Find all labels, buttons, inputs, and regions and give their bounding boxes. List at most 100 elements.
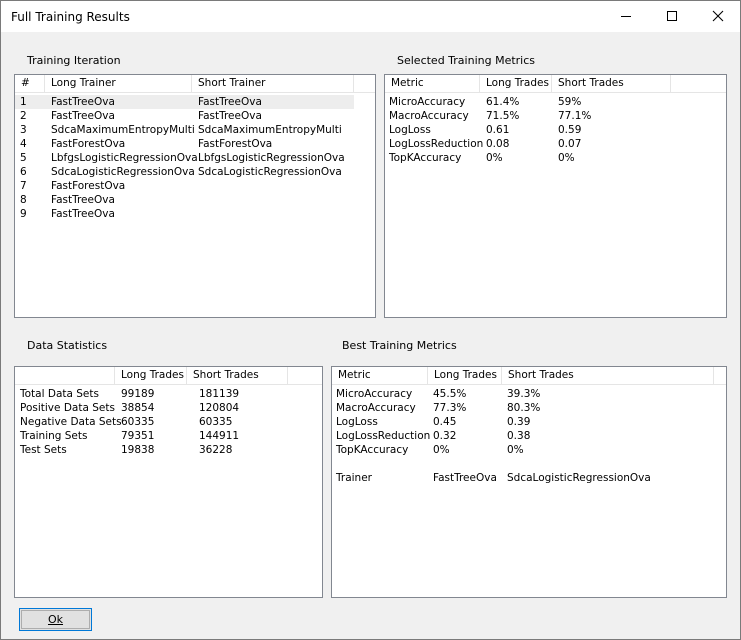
short-value-cell: 59% [558, 96, 582, 108]
table-row[interactable]: Negative Data Sets 60335 60335 [15, 415, 322, 429]
short-value-cell: 60335 [199, 416, 233, 428]
column-header[interactable]: Short Trades [552, 75, 671, 92]
table-row[interactable]: LogLossReduction 0.08 0.07 [385, 137, 726, 151]
stat-label-cell: Training Sets [20, 430, 88, 442]
metric-cell: MicroAccuracy [336, 388, 413, 400]
column-header[interactable]: Metric [385, 75, 480, 92]
column-header[interactable]: Long Trades [480, 75, 552, 92]
list-header: # Long Trainer Short Trainer [15, 75, 375, 93]
data-statistics-list[interactable]: Long Trades Short Trades Total Data Sets… [14, 366, 323, 598]
title-bar: Full Training Results [1, 1, 740, 32]
maximize-button[interactable] [649, 1, 695, 32]
metric-cell: LogLossReduction [336, 430, 431, 442]
ok-button-label: Ok [47, 613, 64, 626]
metric-cell: MicroAccuracy [389, 96, 466, 108]
short-value-cell: 0.38 [507, 430, 531, 442]
long-value-cell: 19838 [121, 444, 155, 456]
row-number: 1 [20, 96, 27, 108]
stat-label-cell: Test Sets [20, 444, 67, 456]
long-value-cell: 71.5% [486, 110, 520, 122]
long-trainer-cell: FastForestOva [51, 180, 126, 192]
long-value-cell: 0.45 [433, 416, 457, 428]
short-value-cell: 0.07 [558, 138, 582, 150]
close-button[interactable] [695, 1, 741, 32]
column-header[interactable]: Metric [332, 367, 428, 384]
long-trainer-cell: FastTreeOva [51, 208, 115, 220]
ok-button[interactable]: Ok [19, 608, 92, 631]
table-row[interactable] [332, 457, 726, 471]
row-number: 8 [20, 194, 27, 206]
long-trainer-cell: SdcaMaximumEntropyMulti [51, 124, 195, 136]
short-value-cell: 0% [507, 444, 524, 456]
row-number: 5 [20, 152, 27, 164]
table-row[interactable]: LogLoss 0.61 0.59 [385, 123, 726, 137]
selected-metrics-label: Selected Training Metrics [397, 54, 536, 67]
short-value-cell: 120804 [199, 402, 240, 414]
metric-cell: MacroAccuracy [389, 110, 469, 122]
best-metrics-list[interactable]: Metric Long Trades Short Trades MicroAcc… [331, 366, 727, 598]
table-row[interactable]: 8 FastTreeOva [15, 193, 375, 207]
short-trainer-cell: FastTreeOva [198, 110, 262, 122]
table-row[interactable]: 7 FastForestOva [15, 179, 375, 193]
metric-cell: Trainer [336, 472, 372, 484]
row-number: 3 [20, 124, 27, 136]
selected-metrics-list[interactable]: Metric Long Trades Short Trades MicroAcc… [384, 74, 727, 318]
long-value-cell: 0.61 [486, 124, 510, 136]
table-row[interactable]: MacroAccuracy 77.3% 80.3% [332, 401, 726, 415]
window-title: Full Training Results [11, 10, 130, 24]
row-number: 2 [20, 110, 27, 122]
long-value-cell: 0% [486, 152, 503, 164]
column-header[interactable]: Short Trainer [192, 75, 354, 92]
short-value-cell: 36228 [199, 444, 233, 456]
table-row[interactable]: 3 SdcaMaximumEntropyMulti SdcaMaximumEnt… [15, 123, 375, 137]
table-row[interactable]: 4 FastForestOva FastForestOva [15, 137, 375, 151]
table-row[interactable]: Training Sets 79351 144911 [15, 429, 322, 443]
table-row[interactable]: MicroAccuracy 61.4% 59% [385, 95, 726, 109]
table-row[interactable]: LogLossReduction 0.32 0.38 [332, 429, 726, 443]
column-header[interactable]: Short Trades [187, 367, 288, 384]
list-header: Long Trades Short Trades [15, 367, 322, 385]
minimize-button[interactable] [603, 1, 649, 32]
best-metrics-label: Best Training Metrics [342, 339, 457, 352]
short-trainer-cell: SdcaLogisticRegressionOva [198, 166, 342, 178]
training-results-window: Full Training Results Training Iteration… [0, 0, 741, 640]
column-header[interactable]: Long Trades [428, 367, 502, 384]
long-value-cell: 0.08 [486, 138, 510, 150]
long-value-cell: 77.3% [433, 402, 467, 414]
table-row[interactable]: MacroAccuracy 71.5% 77.1% [385, 109, 726, 123]
close-icon [712, 10, 724, 22]
table-row[interactable]: Trainer FastTreeOva SdcaLogisticRegressi… [332, 471, 726, 485]
metric-cell: LogLoss [336, 416, 378, 428]
column-header[interactable] [15, 367, 115, 384]
training-iteration-list[interactable]: # Long Trainer Short Trainer 1 FastTreeO… [14, 74, 376, 318]
table-row[interactable]: MicroAccuracy 45.5% 39.3% [332, 387, 726, 401]
long-value-cell: 99189 [121, 388, 155, 400]
table-row[interactable]: 2 FastTreeOva FastTreeOva [15, 109, 375, 123]
long-value-cell: 38854 [121, 402, 155, 414]
table-row[interactable]: 9 FastTreeOva [15, 207, 375, 221]
column-header[interactable]: Long Trainer [45, 75, 192, 92]
column-header[interactable]: Short Trades [502, 367, 714, 384]
table-row[interactable]: Positive Data Sets 38854 120804 [15, 401, 322, 415]
row-number: 6 [20, 166, 27, 178]
row-number: 7 [20, 180, 27, 192]
long-trainer-cell: FastForestOva [51, 138, 126, 150]
table-row[interactable]: 1 FastTreeOva FastTreeOva [15, 95, 354, 109]
column-header[interactable]: Long Trades [115, 367, 187, 384]
minimize-icon [621, 16, 631, 17]
table-row[interactable]: TopKAccuracy 0% 0% [332, 443, 726, 457]
long-trainer-cell: LbfgsLogisticRegressionOva [51, 152, 198, 164]
table-row[interactable]: 6 SdcaLogisticRegressionOva SdcaLogistic… [15, 165, 375, 179]
short-value-cell: 0.39 [507, 416, 531, 428]
metric-cell: TopKAccuracy [389, 152, 462, 164]
table-row[interactable]: Test Sets 19838 36228 [15, 443, 322, 457]
list-header: Metric Long Trades Short Trades [332, 367, 726, 385]
column-header[interactable]: # [15, 75, 45, 92]
short-trainer-cell: LbfgsLogisticRegressionOva [198, 152, 345, 164]
short-value-cell: SdcaLogisticRegressionOva [507, 472, 651, 484]
table-row[interactable]: LogLoss 0.45 0.39 [332, 415, 726, 429]
table-row[interactable]: Total Data Sets 99189 181139 [15, 387, 322, 401]
short-trainer-cell: FastTreeOva [198, 96, 262, 108]
table-row[interactable]: TopKAccuracy 0% 0% [385, 151, 726, 165]
table-row[interactable]: 5 LbfgsLogisticRegressionOva LbfgsLogist… [15, 151, 375, 165]
